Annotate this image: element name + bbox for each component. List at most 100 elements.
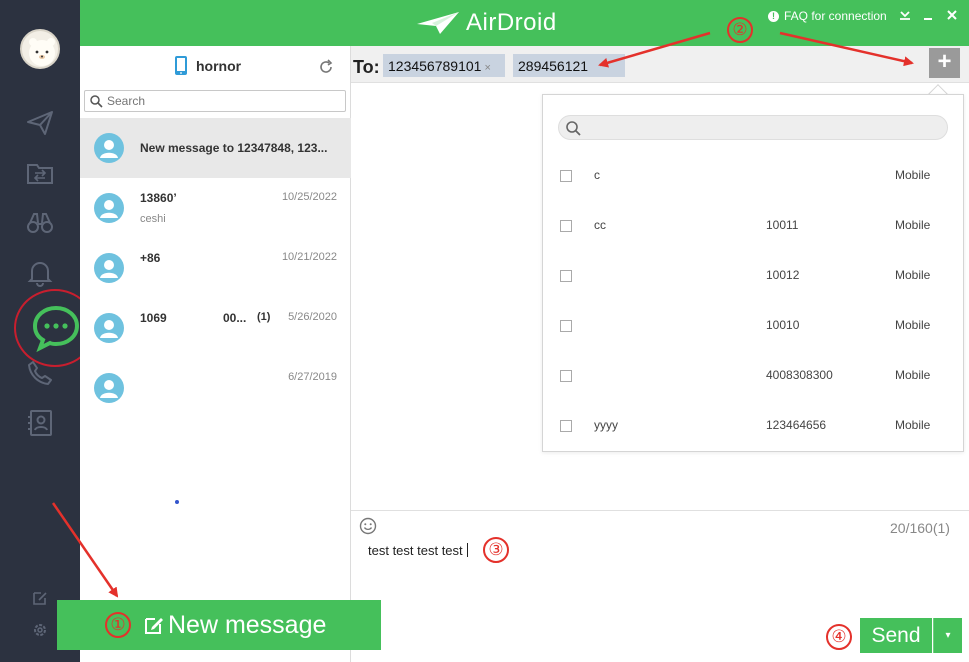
search-input[interactable] [107, 93, 337, 109]
contact-row[interactable]: yyyy 123464656 Mobile [543, 404, 965, 454]
conversation-list-pane: hornor New message to 12347848, 123... [80, 46, 351, 662]
search-icon [90, 95, 103, 108]
conversation-search[interactable] [84, 90, 346, 112]
device-row: hornor [80, 46, 351, 86]
contact-number: 10010 [766, 318, 800, 332]
info-icon: ! [768, 10, 779, 22]
airdroid-window: AirDroid ! FAQ for connection hornor Sea… [0, 0, 969, 662]
contact-name: c [594, 168, 600, 182]
contact-number: 4008308300 [766, 368, 833, 382]
contact-type: Mobile [895, 268, 931, 282]
conversation-title: 1069 [140, 311, 167, 325]
download-icon[interactable] [898, 8, 912, 22]
faq-link[interactable]: ! FAQ for connection [768, 9, 887, 23]
loading-dot [175, 500, 179, 504]
messages-icon[interactable] [28, 300, 84, 356]
conversation-title: 13860’ [140, 191, 177, 205]
character-counter: 20/160(1) [890, 520, 950, 536]
contact-type: Mobile [895, 218, 931, 232]
contact-checkbox[interactable] [560, 370, 572, 382]
step-2-marker: ② [727, 17, 753, 43]
contact-search-field[interactable] [558, 115, 948, 140]
file-transfer-icon[interactable] [25, 158, 55, 188]
user-avatar[interactable] [20, 29, 60, 69]
step-3-marker: ③ [483, 537, 509, 563]
step-1-marker: ① [105, 612, 131, 638]
send-button[interactable]: Send [860, 618, 932, 653]
conversation-item[interactable]: 13860’ ceshi 10/25/2022 [80, 178, 351, 238]
to-label: To: [353, 57, 380, 77]
send-icon[interactable] [25, 108, 55, 138]
contact-row[interactable]: 10012 Mobile [543, 254, 965, 304]
send-options-dropdown[interactable]: ▾ [933, 618, 962, 653]
contact-checkbox[interactable] [560, 270, 572, 282]
unread-count-badge: (1) [257, 311, 271, 323]
conversation-date: 10/25/2022 [281, 191, 337, 203]
conversation-title: New message to 12347848, 123... [140, 141, 328, 155]
faq-label: FAQ for connection [784, 9, 887, 23]
contact-row[interactable]: cc 10011 Mobile [543, 204, 965, 254]
search-icon [566, 121, 581, 136]
contact-checkbox[interactable] [560, 420, 572, 432]
conversation-date: 10/21/2022 [281, 251, 337, 263]
binoculars-icon[interactable] [25, 208, 55, 238]
contact-avatar-icon [94, 313, 124, 343]
conversation-date: 5/26/2020 [288, 311, 337, 323]
recipient-chip[interactable]: 123456789101 × [383, 54, 505, 77]
app-header: AirDroid ! FAQ for connection [80, 0, 969, 46]
recipients-bar: To: 123456789101 × 289456121 + [351, 46, 969, 83]
recipient-number: 123456789101 [388, 58, 482, 74]
conversation-item[interactable]: New message to 12347848, 123... [80, 118, 351, 178]
settings-icon[interactable] [32, 622, 48, 638]
conversation-item[interactable]: +86 10/21/2022 [80, 238, 351, 298]
contact-avatar-icon [94, 193, 124, 223]
bear-avatar-icon [29, 38, 55, 66]
message-input[interactable]: test test test test [368, 543, 468, 558]
new-message-label: New message [168, 610, 327, 639]
contact-number: 10011 [766, 218, 799, 232]
conversation-title-suffix: 00... [223, 311, 247, 325]
contact-type: Mobile [895, 368, 931, 382]
paper-plane-logo-icon [417, 12, 459, 34]
contact-row[interactable]: 4008308300 Mobile [543, 354, 965, 404]
contact-checkbox[interactable] [560, 320, 572, 332]
add-recipient-button[interactable]: + [929, 48, 960, 78]
app-logo: AirDroid [416, 8, 557, 38]
device-name: hornor [196, 58, 242, 74]
emoji-icon[interactable] [359, 517, 377, 535]
conversation-item[interactable]: 6/27/2019 [80, 358, 351, 418]
message-text: test test test test [368, 543, 463, 558]
contact-checkbox[interactable] [560, 170, 572, 182]
contact-avatar-icon [94, 373, 124, 403]
left-nav-rail [0, 0, 96, 662]
contact-type: Mobile [895, 168, 931, 182]
step-4-marker: ④ [826, 624, 852, 650]
contacts-icon[interactable] [25, 408, 55, 438]
contact-row[interactable]: c Mobile [543, 154, 965, 204]
conversation-title: +86 [140, 251, 161, 265]
minimize-icon[interactable] [921, 8, 935, 22]
recipient-number: 289456121 [518, 58, 589, 74]
contact-name: cc [594, 218, 606, 232]
refresh-icon[interactable] [318, 59, 334, 75]
contact-type: Mobile [895, 418, 931, 432]
edit-icon[interactable] [32, 590, 48, 606]
compose-divider [351, 510, 969, 511]
text-caret [466, 543, 468, 557]
conversation-preview: ceshi [140, 213, 166, 225]
call-icon[interactable] [25, 358, 55, 388]
contact-avatar-icon [94, 133, 124, 163]
conversation-date: 6/27/2019 [288, 371, 337, 383]
close-icon[interactable] [945, 8, 959, 22]
phone-device-icon [175, 56, 187, 75]
recipient-chip[interactable]: 289456121 [513, 54, 625, 77]
contact-avatar-icon [94, 253, 124, 283]
compose-pen-icon [145, 618, 163, 634]
notification-bell-icon[interactable] [25, 258, 55, 288]
contact-row[interactable]: 10010 Mobile [543, 304, 965, 354]
app-title: AirDroid [466, 9, 557, 36]
remove-recipient-icon[interactable]: × [484, 62, 490, 74]
contact-checkbox[interactable] [560, 220, 572, 232]
conversation-item[interactable]: 1069 00... (1) 5/26/2020 [80, 298, 351, 358]
contact-type: Mobile [895, 318, 931, 332]
